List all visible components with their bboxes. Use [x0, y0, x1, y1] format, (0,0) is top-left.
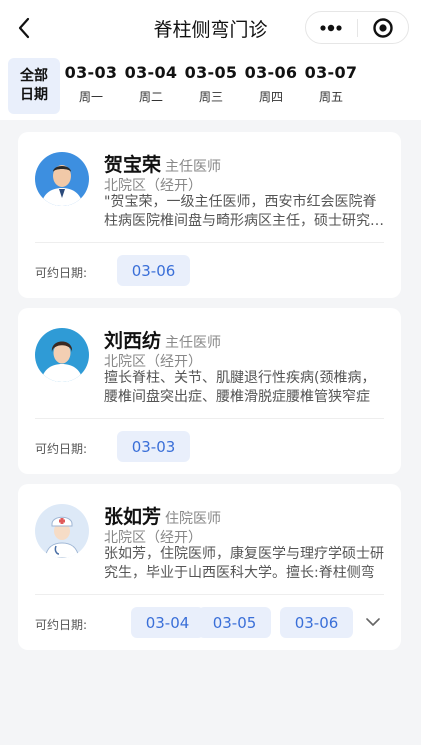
- date-tab-2[interactable]: 03-05 周三: [183, 62, 239, 106]
- available-date-chip[interactable]: 03-03: [117, 431, 190, 462]
- date-tab-date: 03-04: [124, 63, 178, 82]
- available-date-label: 可约日期:: [35, 618, 88, 632]
- available-date-chip[interactable]: 03-05: [198, 607, 271, 638]
- doctor-rank: 主任医师: [165, 159, 222, 175]
- doctor-intro: 张如芳，住院医师，康复医学与理疗学硕士研究生，毕业于山西医科大学。擅长:脊柱侧弯: [104, 546, 384, 581]
- doctor-avatar: [35, 152, 89, 206]
- date-tab-weekday: 周四: [258, 90, 283, 104]
- card-divider: [35, 242, 384, 243]
- doctor-rank: 主任医师: [165, 335, 222, 351]
- doctor-name-row: 刘西纺 主任医师: [104, 326, 221, 353]
- date-tab-weekday: 周一: [78, 90, 103, 104]
- date-tab-weekday: 周三: [198, 90, 223, 104]
- date-tab-0[interactable]: 03-03 周一: [63, 62, 119, 106]
- date-tab-date: 03-05: [184, 63, 238, 82]
- card-divider: [35, 418, 384, 419]
- date-tab-3[interactable]: 03-06 周四: [243, 62, 299, 106]
- available-date-chip[interactable]: 03-04: [131, 607, 204, 638]
- date-tab-1[interactable]: 03-04 周二: [123, 62, 179, 106]
- doctor-name: 刘西纺: [104, 330, 162, 352]
- nav-header: 脊柱侧弯门诊: [0, 0, 421, 56]
- date-tab-date: 03-07: [304, 63, 358, 82]
- doctor-intro: 擅长脊柱、关节、肌腱退行性疾病(颈椎病，腰椎间盘突出症、腰椎滑脱症腰椎管狭窄症: [104, 370, 376, 405]
- date-filter-bar: 全部 日期 03-03 周一 03-04 周二 03-05 周三 03-06 周…: [0, 56, 421, 120]
- date-tab-date: 03-06: [244, 63, 298, 82]
- doctor-department: 北院区（经开）: [104, 178, 202, 194]
- doctor-card[interactable]: 刘西纺 主任医师 北院区（经开） 擅长脊柱、关节、肌腱退行性疾病(颈椎病，腰椎间盘…: [18, 308, 401, 474]
- card-divider: [35, 594, 384, 595]
- doctor-intro: "贺宝荣，一级主任医师，西安市红会医院脊柱病医院椎间盘与畸形病区主任，硕士研究生…: [104, 194, 384, 229]
- doctor-card[interactable]: 张如芳 住院医师 北院区（经开） 张如芳，住院医师，康复医学与理疗学硕士研究生，毕…: [18, 484, 401, 650]
- doctor-name-row: 张如芳 住院医师: [104, 502, 221, 529]
- available-date-chip[interactable]: 03-06: [117, 255, 190, 286]
- doctor-name-row: 贺宝荣 主任医师: [104, 150, 221, 177]
- mini-program-capsule: [305, 11, 409, 44]
- available-date-label: 可约日期:: [35, 442, 88, 456]
- close-miniprogram-button[interactable]: [357, 12, 408, 43]
- date-tab-4[interactable]: 03-07 周五: [303, 62, 359, 106]
- all-dates-line2: 日期: [20, 87, 48, 103]
- doctor-photo-icon: [35, 328, 89, 382]
- date-tab-weekday: 周二: [138, 90, 163, 104]
- doctor-rank: 住院医师: [165, 511, 222, 527]
- doctor-card[interactable]: 贺宝荣 主任医师 北院区（经开） "贺宝荣，一级主任医师，西安市红会医院脊柱病医院…: [18, 132, 401, 298]
- chevron-down-icon: [366, 617, 380, 626]
- doctor-name: 贺宝荣: [104, 154, 162, 176]
- doctor-department: 北院区（经开）: [104, 530, 202, 546]
- target-circle-icon: [373, 17, 393, 38]
- more-button[interactable]: [306, 12, 357, 43]
- doctor-avatar: [35, 328, 89, 382]
- date-tab-weekday: 周五: [318, 90, 343, 104]
- doctor-department: 北院区（经开）: [104, 354, 202, 370]
- doctor-photo-icon: [35, 152, 89, 206]
- date-tab-date: 03-03: [64, 63, 118, 82]
- default-doctor-avatar-icon: [35, 504, 89, 558]
- doctor-name: 张如芳: [104, 506, 162, 528]
- doctor-avatar: [35, 504, 89, 558]
- all-dates-tab[interactable]: 全部 日期: [8, 58, 60, 114]
- more-dots-icon: [320, 24, 342, 31]
- all-dates-line1: 全部: [20, 68, 48, 84]
- expand-dates-button[interactable]: [363, 612, 383, 632]
- available-date-chip[interactable]: 03-06: [280, 607, 353, 638]
- available-date-label: 可约日期:: [35, 266, 88, 280]
